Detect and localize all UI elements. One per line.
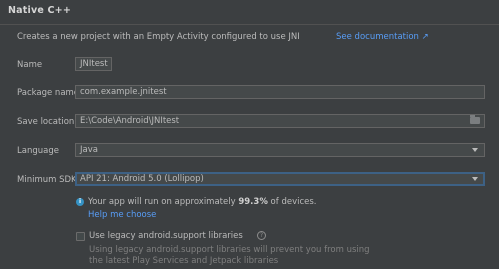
save-location-label: Save location	[17, 117, 75, 127]
name-field[interactable]: JNItest	[75, 57, 112, 71]
coverage-suffix: of devices.	[267, 197, 317, 207]
save-location-field[interactable]: E:\Code\Android\JNItest	[75, 114, 485, 128]
see-documentation-link[interactable]: See documentation ↗	[336, 32, 429, 42]
template-description: Creates a new project with an Empty Acti…	[17, 32, 300, 42]
name-label: Name	[17, 60, 43, 70]
info-icon: i	[76, 198, 84, 206]
coverage-prefix: Your app will run on approximately	[88, 197, 239, 207]
coverage-percent: 99.3%	[238, 197, 268, 207]
legacy-hint-line2: the latest Play Services and Jetpack lib…	[89, 256, 279, 266]
minimum-sdk-label: Minimum SDK	[17, 175, 77, 185]
help-me-choose-link[interactable]: Help me choose	[88, 210, 156, 220]
package-name-label: Package name	[17, 88, 80, 98]
package-name-field[interactable]: com.example.jnitest	[75, 85, 485, 99]
legacy-hint-line1: Using legacy android.support libraries w…	[89, 245, 370, 255]
language-select[interactable]: Java	[75, 143, 485, 157]
chevron-down-icon[interactable]	[472, 177, 478, 181]
legacy-support-checkbox[interactable]	[76, 232, 85, 241]
language-value: Java	[80, 145, 98, 155]
minimum-sdk-select[interactable]: API 21: Android 5.0 (Lollipop)	[75, 172, 485, 186]
page-title: Native C++	[8, 5, 71, 16]
save-location-value: E:\Code\Android\JNItest	[80, 116, 180, 126]
help-icon[interactable]: ?	[257, 231, 266, 240]
minimum-sdk-value: API 21: Android 5.0 (Lollipop)	[80, 174, 204, 184]
folder-icon[interactable]	[470, 115, 480, 124]
legacy-support-label[interactable]: Use legacy android.support libraries	[89, 231, 243, 241]
chevron-down-icon[interactable]	[472, 148, 478, 152]
header-divider	[0, 24, 499, 25]
language-label: Language	[17, 146, 59, 156]
device-coverage-text: Your app will run on approximately 99.3%…	[88, 197, 317, 207]
